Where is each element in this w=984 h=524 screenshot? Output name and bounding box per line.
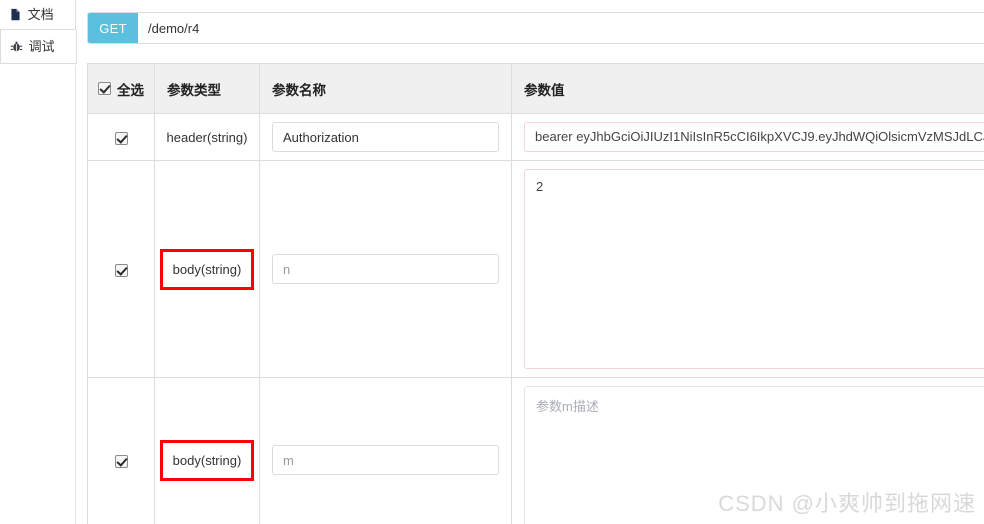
column-param-name: 参数名称: [259, 63, 512, 114]
row-value-cell: bearer eyJhbGciOiJIUzI1NiIsInR5cCI6IkpXV…: [511, 113, 984, 161]
column-select-all: 全选: [87, 63, 155, 114]
select-all-label: 全选: [117, 82, 144, 98]
table-header-row: 全选 参数类型 参数名称 参数值: [87, 63, 984, 114]
parameters-table: 全选 参数类型 参数名称 参数值 header(string) Authoriz…: [87, 63, 984, 524]
sidebar-tab-document[interactable]: 文档: [0, 0, 76, 30]
row-type-cell: body(string): [154, 160, 260, 378]
param-name-input[interactable]: [272, 254, 499, 284]
row-name-cell: [259, 377, 512, 524]
row-type-label: body(string): [172, 261, 242, 277]
row-type-label: header(string): [166, 129, 248, 145]
debug-panel-screen: 文档 调试 GET /demo/r4 全选 参数类型 参数名称 参数值 head…: [0, 0, 984, 524]
request-url-bar: GET: [87, 12, 984, 44]
row-checkbox[interactable]: [114, 263, 128, 277]
column-param-value: 参数值: [511, 63, 984, 114]
row-type-cell: header(string): [154, 113, 260, 161]
param-name-input[interactable]: [272, 122, 499, 152]
row-select-cell: [87, 377, 155, 524]
sidebar-filler: [0, 65, 76, 524]
row-select-cell: [87, 160, 155, 378]
row-value-cell: [511, 377, 984, 524]
row-checkbox[interactable]: [114, 454, 128, 468]
select-all-checkbox[interactable]: [98, 82, 111, 95]
sidebar-tabs: 文档 调试: [0, 0, 77, 524]
table-row: header(string) bearer eyJhbGciOiJIUzI1Ni…: [87, 113, 984, 161]
row-name-cell: [259, 160, 512, 378]
param-value-textarea[interactable]: [524, 169, 984, 369]
sidebar-tab-debug[interactable]: 调试: [0, 30, 77, 64]
row-select-cell: [87, 113, 155, 161]
bug-icon: [10, 40, 23, 53]
row-type-label: body(string): [172, 452, 242, 468]
annotation-box-red: body(string): [159, 248, 255, 290]
table-row: body(string): [87, 377, 984, 524]
param-name-input[interactable]: [272, 445, 499, 475]
http-method-badge[interactable]: GET: [88, 13, 138, 43]
column-param-type: 参数类型: [154, 63, 260, 114]
param-value-input[interactable]: bearer eyJhbGciOiJIUzI1NiIsInR5cCI6IkpXV…: [524, 122, 984, 152]
table-row: body(string): [87, 160, 984, 378]
row-value-cell: [511, 160, 984, 378]
main-content: GET 全选 参数类型 参数名称 参数值: [77, 0, 984, 524]
param-value-textarea[interactable]: [524, 386, 984, 524]
annotation-box-red: body(string): [159, 439, 255, 481]
row-name-cell: [259, 113, 512, 161]
document-icon: [9, 8, 22, 21]
sidebar-tab-debug-label: 调试: [28, 39, 55, 54]
sidebar-tab-document-label: 文档: [27, 7, 54, 22]
row-checkbox[interactable]: [114, 131, 128, 145]
row-type-cell: body(string): [154, 377, 260, 524]
request-url-input[interactable]: [138, 13, 984, 43]
